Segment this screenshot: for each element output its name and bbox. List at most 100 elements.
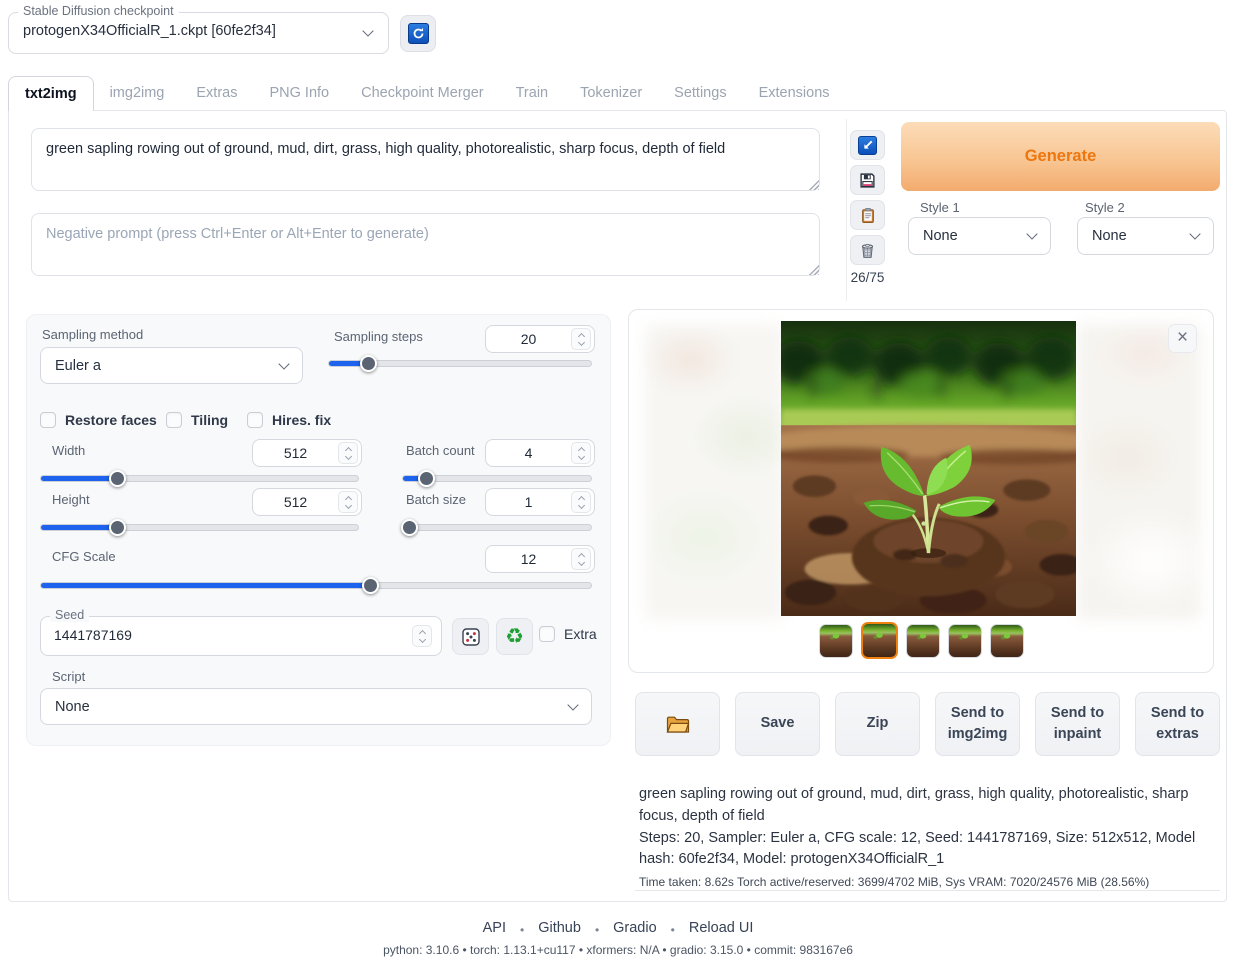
tab-tokenizer[interactable]: Tokenizer — [564, 76, 658, 111]
tab-png-info[interactable]: PNG Info — [253, 76, 345, 111]
chevron-down-icon — [278, 358, 289, 369]
random-seed-button[interactable] — [452, 618, 489, 655]
tab-txt2img[interactable]: txt2img — [8, 76, 94, 111]
txt2img-panel: green sapling rowing out of ground, mud,… — [8, 110, 1227, 902]
restore-faces-checkbox[interactable]: Restore faces — [40, 412, 157, 428]
result-actions: Save Zip Send to img2img Send to inpaint… — [635, 692, 1220, 756]
open-output-folder-button[interactable] — [635, 692, 720, 756]
apply-style-button[interactable] — [850, 200, 885, 230]
spinner-icon[interactable] — [571, 548, 591, 570]
extra-seed-checkbox[interactable]: Extra — [539, 626, 597, 642]
save-button[interactable]: Save — [735, 692, 820, 756]
sampling-method-label: Sampling method — [42, 327, 143, 342]
bullet-separator: • — [671, 920, 675, 940]
send-to-inpaint-button[interactable]: Send to inpaint — [1035, 692, 1120, 756]
seed-label: Seed — [50, 608, 89, 622]
footer-link-reload-ui[interactable]: Reload UI — [689, 920, 753, 940]
width-input[interactable]: 512 — [252, 439, 362, 467]
gallery-thumbnail-1[interactable] — [819, 624, 853, 658]
spinner-icon[interactable] — [571, 328, 591, 350]
gallery-thumbnail-3[interactable] — [906, 624, 940, 658]
spinner-icon[interactable] — [338, 442, 358, 464]
chevron-down-icon — [1189, 228, 1200, 239]
generated-image[interactable] — [781, 321, 1076, 616]
close-gallery-button[interactable]: × — [1168, 324, 1197, 353]
chevron-down-icon — [362, 25, 373, 36]
script-label: Script — [52, 669, 85, 684]
tiling-checkbox[interactable]: Tiling — [166, 412, 228, 428]
tab-img2img[interactable]: img2img — [94, 76, 181, 111]
cfg-scale-label: CFG Scale — [52, 549, 116, 564]
script-dropdown[interactable]: None — [40, 688, 592, 725]
negative-prompt-input[interactable] — [31, 213, 820, 276]
sd-webui-app: Stable Diffusion checkpoint protogenX34O… — [0, 0, 1236, 966]
bullet-separator: • — [595, 920, 599, 940]
height-label: Height — [52, 492, 90, 507]
checkpoint-dropdown[interactable]: Stable Diffusion checkpoint protogenX34O… — [8, 12, 389, 54]
style2-dropdown[interactable]: None — [1077, 217, 1214, 255]
checkbox-icon — [40, 412, 56, 428]
batch-count-slider[interactable] — [402, 470, 592, 488]
batch-size-input[interactable]: 1 — [485, 488, 595, 516]
save-style-button[interactable] — [850, 165, 885, 195]
gallery-blur-left — [645, 324, 785, 620]
paste-generation-params-button[interactable] — [850, 130, 885, 160]
gallery-thumbnail-4[interactable] — [948, 624, 982, 658]
width-slider[interactable] — [40, 470, 359, 488]
generation-settings-panel: Sampling method Euler a Sampling steps 2… — [26, 314, 611, 746]
checkbox-icon — [166, 412, 182, 428]
gallery-thumbnail-2-selected[interactable] — [861, 622, 898, 659]
send-to-extras-button[interactable]: Send to extras — [1135, 692, 1220, 756]
cfg-scale-input[interactable]: 12 — [485, 545, 595, 573]
spinner-icon[interactable] — [571, 491, 591, 513]
tab-settings[interactable]: Settings — [658, 76, 742, 111]
batch-count-input[interactable]: 4 — [485, 439, 595, 467]
footer-version-info: python: 3.10.6 • torch: 1.13.1+cu117 • x… — [0, 943, 1236, 957]
sampling-steps-input[interactable]: 20 — [485, 325, 595, 353]
batch-size-slider[interactable] — [402, 519, 592, 537]
zip-button[interactable]: Zip — [835, 692, 920, 756]
tab-extensions[interactable]: Extensions — [743, 76, 846, 111]
sampling-steps-label: Sampling steps — [334, 329, 423, 344]
height-slider[interactable] — [40, 519, 359, 537]
sampling-method-dropdown[interactable]: Euler a — [40, 347, 303, 384]
seed-input[interactable]: Seed 1441787169 — [40, 616, 442, 656]
recycle-icon: ♻ — [505, 626, 524, 647]
footer-link-api[interactable]: API — [483, 920, 506, 940]
sampling-steps-slider[interactable] — [328, 355, 592, 373]
refresh-checkpoint-button[interactable] — [400, 15, 436, 52]
height-input[interactable]: 512 — [252, 488, 362, 516]
floppy-disk-icon — [859, 172, 876, 189]
result-gallery: × — [628, 309, 1214, 673]
cfg-scale-slider[interactable] — [40, 577, 592, 595]
style1-dropdown[interactable]: None — [908, 217, 1051, 255]
style2-label: Style 2 — [1085, 200, 1125, 215]
checkbox-icon — [247, 412, 263, 428]
generation-info-performance: Time taken: 8.62s Torch active/reserved:… — [639, 873, 1216, 891]
spinner-icon[interactable] — [571, 442, 591, 464]
generation-info: green sapling rowing out of ground, mud,… — [639, 784, 1216, 891]
checkpoint-value: protogenX34OfficialR_1.ckpt [60fe2f34] — [23, 23, 276, 39]
batch-size-label: Batch size — [406, 492, 466, 507]
reuse-seed-button[interactable]: ♻ — [496, 618, 533, 655]
gallery-thumbnail-5[interactable] — [990, 624, 1024, 658]
spinner-icon[interactable] — [412, 625, 432, 647]
generate-button[interactable]: Generate — [901, 122, 1220, 191]
send-to-img2img-button[interactable]: Send to img2img — [935, 692, 1020, 756]
clipboard-icon — [860, 207, 876, 224]
main-tabs: txt2img img2img Extras PNG Info Checkpoi… — [8, 76, 846, 111]
generation-info-params: Steps: 20, Sampler: Euler a, CFG scale: … — [639, 828, 1216, 872]
footer-link-github[interactable]: Github — [538, 920, 581, 940]
prompt-tools: 26/75 — [850, 130, 886, 285]
spinner-icon[interactable] — [338, 491, 358, 513]
tab-checkpoint-merger[interactable]: Checkpoint Merger — [345, 76, 500, 111]
hires-fix-checkbox[interactable]: Hires. fix — [247, 412, 331, 428]
gallery-thumbnails — [629, 622, 1213, 659]
footer-link-gradio[interactable]: Gradio — [613, 920, 657, 940]
style1-label: Style 1 — [920, 200, 960, 215]
arrow-down-left-icon — [858, 136, 877, 155]
clear-prompt-button[interactable] — [850, 235, 885, 265]
tab-train[interactable]: Train — [500, 76, 565, 111]
tab-extras[interactable]: Extras — [180, 76, 253, 111]
prompt-input[interactable]: green sapling rowing out of ground, mud,… — [31, 128, 820, 191]
